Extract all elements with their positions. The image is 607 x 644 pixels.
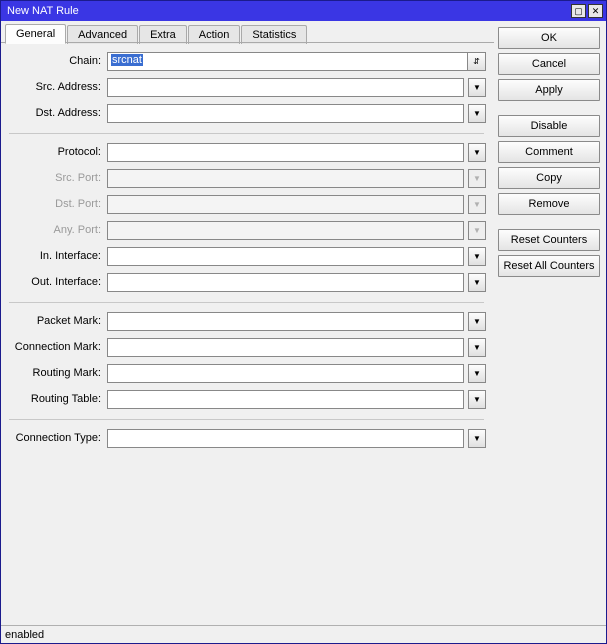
label-connection-type: Connection Type: — [7, 432, 107, 444]
dst-address-expand-btn[interactable]: ▼ — [468, 104, 486, 123]
connection-mark-expand-btn[interactable]: ▼ — [468, 338, 486, 357]
divider-1 — [9, 133, 484, 134]
label-dst-port: Dst. Port: — [7, 198, 107, 210]
label-in-interface: In. Interface: — [7, 250, 107, 262]
form-area: Chain: srcnat ⇵ Src. Address: ▼ Dst. Add… — [1, 44, 494, 625]
row-routing-table: Routing Table: ▼ — [7, 388, 486, 410]
body-area: General Advanced Extra Action Statistics… — [1, 21, 606, 625]
row-packet-mark: Packet Mark: ▼ — [7, 310, 486, 332]
main-panel: General Advanced Extra Action Statistics… — [1, 21, 494, 625]
copy-button[interactable]: Copy — [498, 167, 600, 189]
tab-bar: General Advanced Extra Action Statistics — [1, 21, 494, 43]
chain-dropdown-btn[interactable]: ⇵ — [468, 52, 486, 71]
ok-button[interactable]: OK — [498, 27, 600, 49]
label-packet-mark: Packet Mark: — [7, 315, 107, 327]
row-src-port: Src. Port: ▼ — [7, 167, 486, 189]
row-routing-mark: Routing Mark: ▼ — [7, 362, 486, 384]
row-protocol: Protocol: ▼ — [7, 141, 486, 163]
label-dst-address: Dst. Address: — [7, 107, 107, 119]
input-dst-port — [107, 195, 464, 214]
cancel-button[interactable]: Cancel — [498, 53, 600, 75]
in-interface-expand-btn[interactable]: ▼ — [468, 247, 486, 266]
protocol-expand-btn[interactable]: ▼ — [468, 143, 486, 162]
apply-button[interactable]: Apply — [498, 79, 600, 101]
input-packet-mark[interactable] — [107, 312, 464, 331]
out-interface-expand-btn[interactable]: ▼ — [468, 273, 486, 292]
input-src-address[interactable] — [107, 78, 464, 97]
tab-underline — [1, 42, 494, 43]
row-dst-port: Dst. Port: ▼ — [7, 193, 486, 215]
input-dst-address[interactable] — [107, 104, 464, 123]
comment-button[interactable]: Comment — [498, 141, 600, 163]
input-out-interface[interactable] — [107, 273, 464, 292]
packet-mark-expand-btn[interactable]: ▼ — [468, 312, 486, 331]
side-panel: OK Cancel Apply Disable Comment Copy Rem… — [494, 21, 606, 625]
input-routing-table[interactable] — [107, 390, 464, 409]
row-src-address: Src. Address: ▼ — [7, 76, 486, 98]
routing-table-expand-btn[interactable]: ▼ — [468, 390, 486, 409]
routing-mark-expand-btn[interactable]: ▼ — [468, 364, 486, 383]
label-routing-mark: Routing Mark: — [7, 367, 107, 379]
input-chain[interactable]: srcnat — [107, 52, 468, 71]
dst-port-expand-btn: ▼ — [468, 195, 486, 214]
label-protocol: Protocol: — [7, 146, 107, 158]
label-out-interface: Out. Interface: — [7, 276, 107, 288]
label-any-port: Any. Port: — [7, 224, 107, 236]
divider-3 — [9, 419, 484, 420]
dialog-window: New NAT Rule ▢ ✕ General Advanced Extra … — [0, 0, 607, 644]
close-button[interactable]: ✕ — [588, 4, 603, 18]
divider-2 — [9, 302, 484, 303]
row-out-interface: Out. Interface: ▼ — [7, 271, 486, 293]
connection-type-expand-btn[interactable]: ▼ — [468, 429, 486, 448]
input-in-interface[interactable] — [107, 247, 464, 266]
tab-general[interactable]: General — [5, 24, 66, 44]
label-routing-table: Routing Table: — [7, 393, 107, 405]
input-src-port — [107, 169, 464, 188]
any-port-expand-btn: ▼ — [468, 221, 486, 240]
label-chain: Chain: — [7, 55, 107, 67]
label-connection-mark: Connection Mark: — [7, 341, 107, 353]
src-address-expand-btn[interactable]: ▼ — [468, 78, 486, 97]
row-dst-address: Dst. Address: ▼ — [7, 102, 486, 124]
input-routing-mark[interactable] — [107, 364, 464, 383]
status-text: enabled — [5, 629, 44, 641]
disable-button[interactable]: Disable — [498, 115, 600, 137]
label-src-address: Src. Address: — [7, 81, 107, 93]
input-any-port — [107, 221, 464, 240]
input-connection-mark[interactable] — [107, 338, 464, 357]
input-protocol[interactable] — [107, 143, 464, 162]
row-any-port: Any. Port: ▼ — [7, 219, 486, 241]
restore-button[interactable]: ▢ — [571, 4, 586, 18]
src-port-expand-btn: ▼ — [468, 169, 486, 188]
row-connection-type: Connection Type: ▼ — [7, 427, 486, 449]
remove-button[interactable]: Remove — [498, 193, 600, 215]
reset-all-counters-button[interactable]: Reset All Counters — [498, 255, 600, 277]
titlebar: New NAT Rule ▢ ✕ — [1, 1, 606, 21]
reset-counters-button[interactable]: Reset Counters — [498, 229, 600, 251]
statusbar: enabled — [1, 625, 606, 643]
row-connection-mark: Connection Mark: ▼ — [7, 336, 486, 358]
window-title: New NAT Rule — [7, 5, 569, 17]
row-in-interface: In. Interface: ▼ — [7, 245, 486, 267]
row-chain: Chain: srcnat ⇵ — [7, 50, 486, 72]
input-connection-type[interactable] — [107, 429, 464, 448]
label-src-port: Src. Port: — [7, 172, 107, 184]
